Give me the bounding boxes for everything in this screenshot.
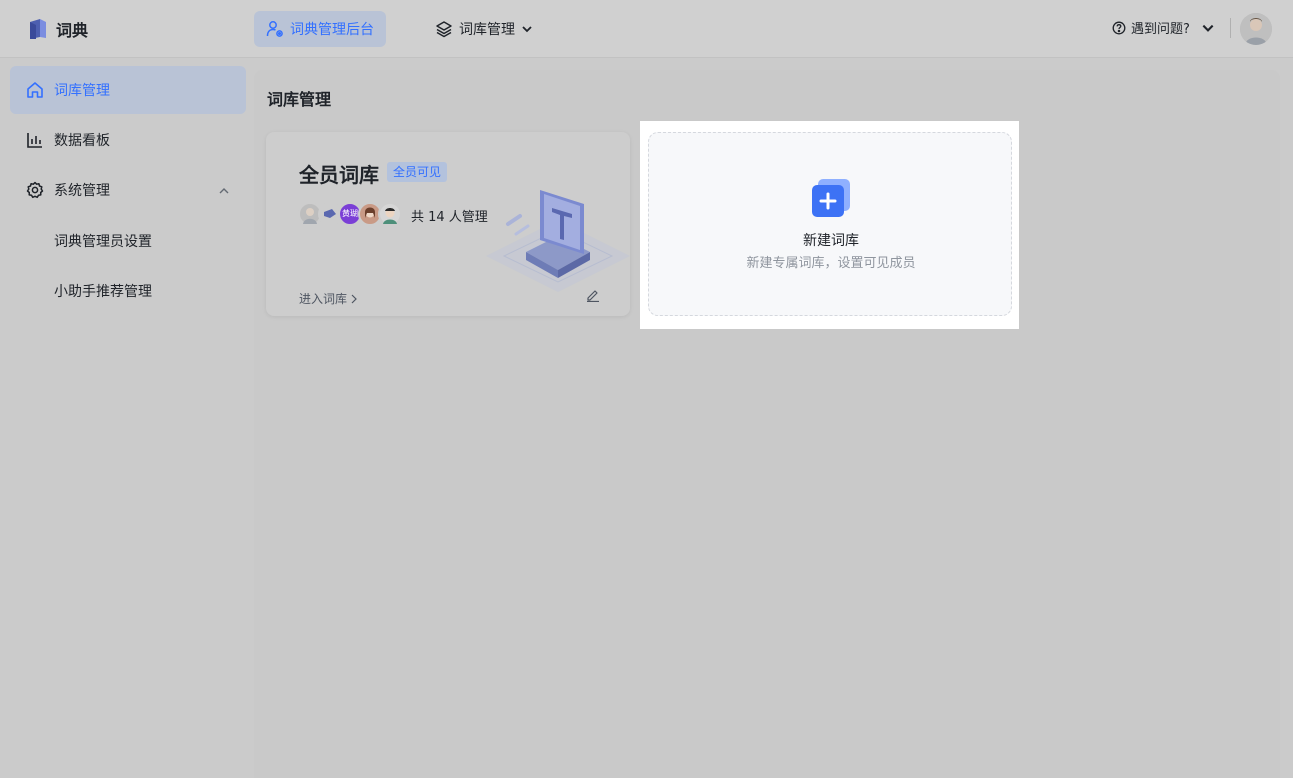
chevron-down-icon <box>522 26 532 33</box>
help-circle-icon <box>1112 21 1126 34</box>
new-library-card[interactable]: 新建词库 新建专属词库，设置可见成员 <box>648 132 1012 316</box>
sidebar-item-library-management[interactable]: 词库管理 <box>10 66 246 114</box>
edit-icon[interactable] <box>586 288 600 302</box>
avatar <box>378 202 402 226</box>
main-content: 词库管理 全员词库 全员可见 黄瑚 共 14 人管理 进入词库 新建词库 新建专… <box>254 70 1280 778</box>
person-avatar-icon <box>1240 13 1272 45</box>
sidebar-item-dashboard[interactable]: 数据看板 <box>10 116 246 164</box>
chevron-right-icon <box>351 294 357 303</box>
topbar-divider <box>1230 18 1231 38</box>
sidebar-item-label: 数据看板 <box>54 133 110 149</box>
app-title: 词典 <box>56 21 89 40</box>
library-card[interactable]: 全员词库 全员可见 黄瑚 共 14 人管理 进入词库 <box>266 132 630 316</box>
dictionary-logo-icon <box>30 19 46 39</box>
sidebar-item-label: 词库管理 <box>54 83 110 99</box>
new-library-title: 新建词库 <box>803 233 859 249</box>
sidebar: 词库管理 数据看板 系统管理 词典管理员设置 小助手推荐管理 <box>0 58 254 778</box>
top-bar: 词典 词典管理后台 词库管理 遇到问题? <box>0 0 1293 58</box>
sidebar-subitem-assistant-recommend[interactable]: 小助手推荐管理 <box>54 281 152 301</box>
sidebar-subitem-admin-settings[interactable]: 词典管理员设置 <box>54 231 152 251</box>
user-avatar[interactable] <box>1240 13 1272 45</box>
manager-count: 共 14 人管理 <box>411 210 488 225</box>
chevron-up-icon[interactable] <box>218 185 230 197</box>
nav-library-dropdown[interactable]: 词库管理 <box>435 11 533 47</box>
enter-library-link[interactable]: 进入词库 <box>299 290 358 307</box>
sidebar-item-label: 系统管理 <box>54 183 110 199</box>
help-dropdown[interactable]: 遇到问题? <box>1112 18 1215 37</box>
chevron-down-icon <box>1202 24 1214 32</box>
library-illustration-icon <box>486 190 630 292</box>
visibility-badge: 全员可见 <box>387 162 448 182</box>
new-library-subtitle: 新建专属词库，设置可见成员 <box>746 256 916 271</box>
bar-chart-icon <box>27 133 42 148</box>
home-icon <box>27 82 43 98</box>
help-label: 遇到问题? <box>1131 22 1190 37</box>
nav-admin-console[interactable]: 词典管理后台 <box>254 11 386 47</box>
enter-library-label: 进入词库 <box>299 292 348 306</box>
page-title: 词库管理 <box>267 90 332 109</box>
nav-library-label: 词库管理 <box>459 22 515 38</box>
nav-admin-label: 词典管理后台 <box>290 22 374 38</box>
library-title: 全员词库 <box>299 163 379 187</box>
layers-icon <box>436 21 452 38</box>
new-library-highlight: 新建词库 新建专属词库，设置可见成员 <box>640 121 1019 329</box>
sidebar-item-system-management[interactable]: 系统管理 <box>10 166 246 214</box>
add-library-icon <box>812 179 850 217</box>
app-logo[interactable]: 词典 <box>28 17 88 41</box>
user-settings-icon <box>266 21 283 37</box>
gear-icon <box>26 181 44 199</box>
